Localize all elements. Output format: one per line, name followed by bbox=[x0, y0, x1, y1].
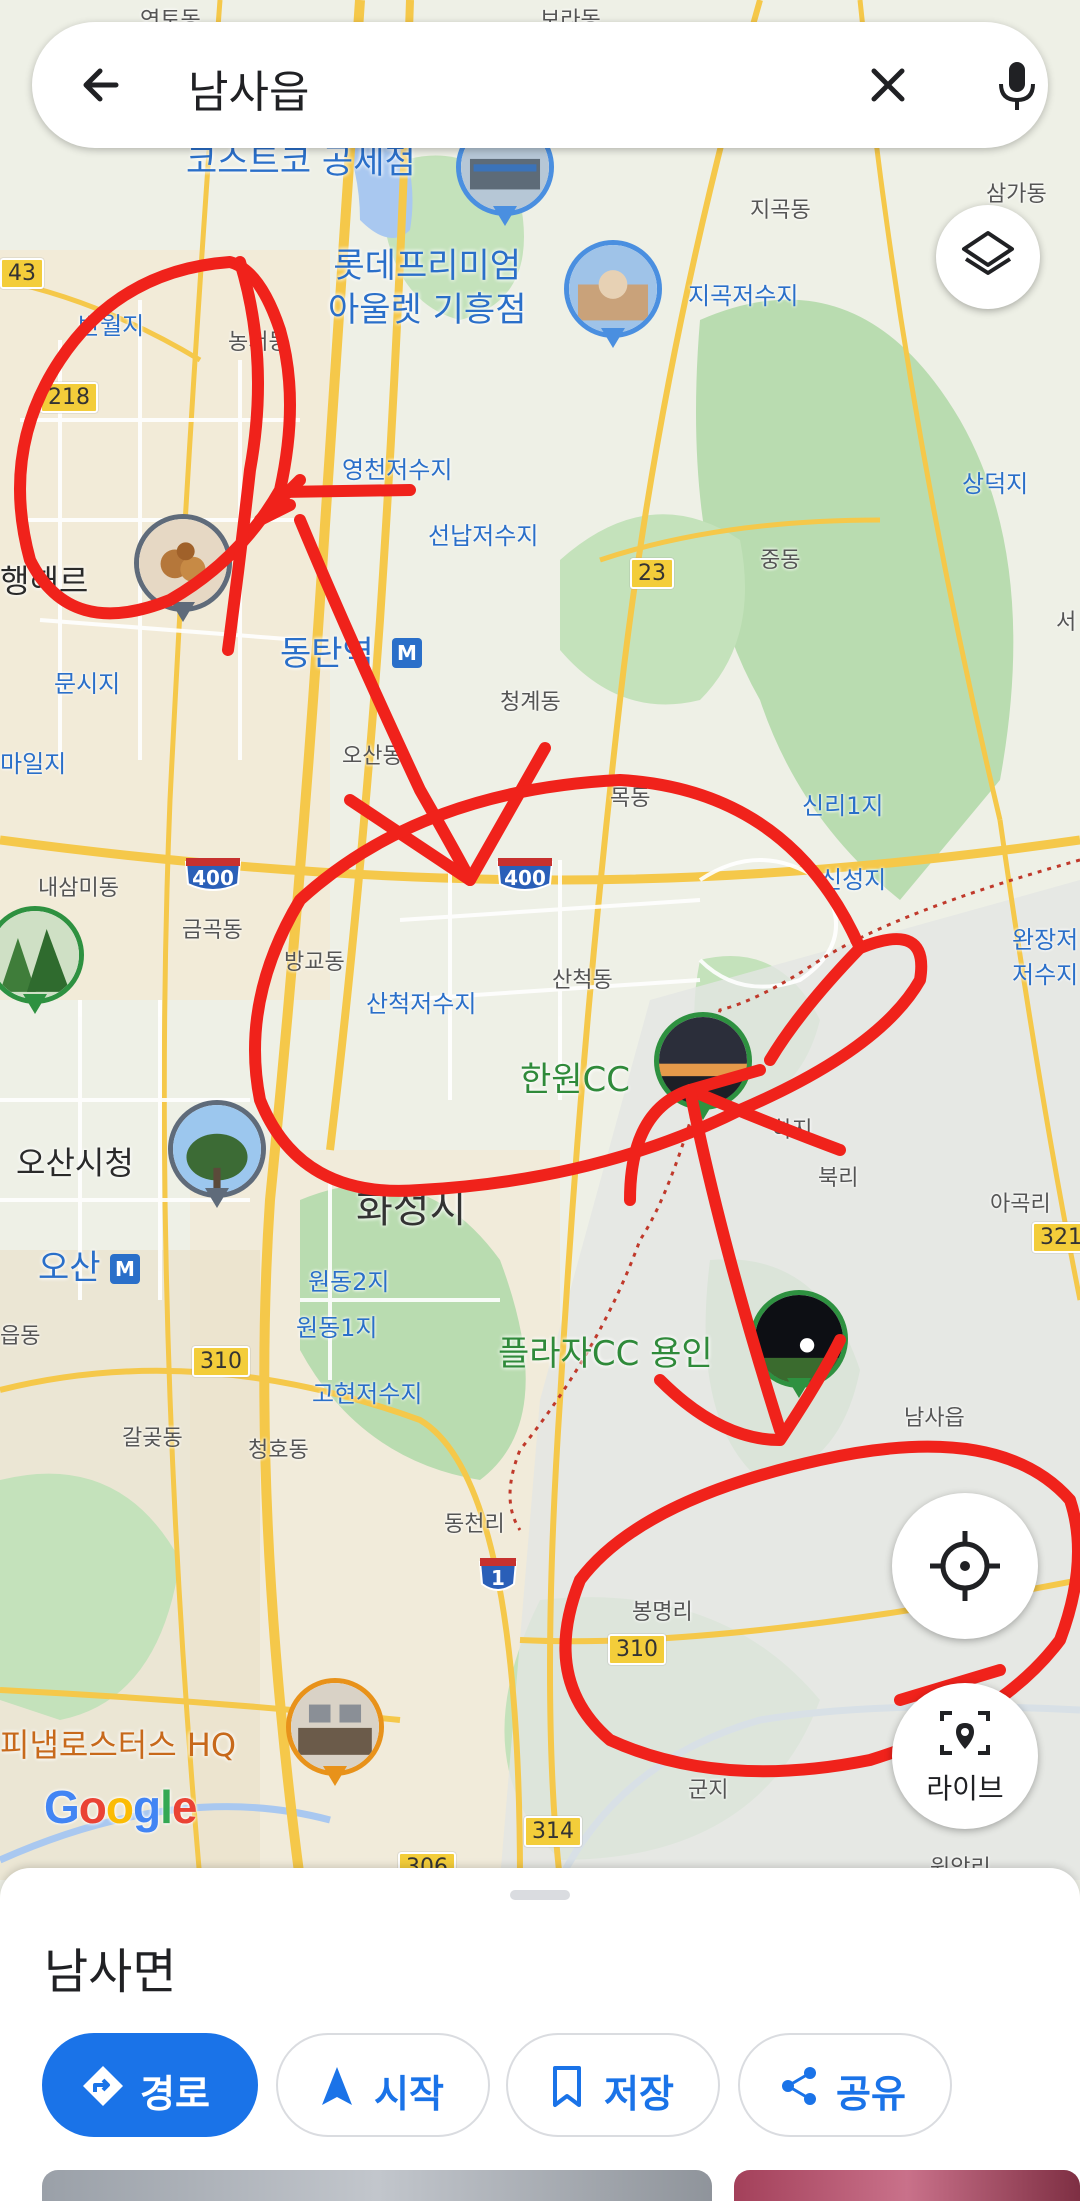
map-label: 삼가동 bbox=[986, 182, 1047, 207]
osan-city-hall-pin[interactable] bbox=[168, 1100, 266, 1210]
map-label: 선납저수지 bbox=[428, 522, 539, 550]
map-label: 산척저수지 bbox=[366, 990, 477, 1018]
crosshair-icon bbox=[930, 1531, 1000, 1601]
map-label: 마일지 bbox=[0, 750, 67, 778]
plaza-cc-pin[interactable] bbox=[750, 1290, 848, 1400]
map-label: 상덕지 bbox=[962, 470, 1029, 498]
highway-shield: 400 bbox=[496, 856, 554, 894]
share-button[interactable]: 공유 bbox=[738, 2033, 952, 2137]
hanwon-cc-label[interactable]: 한원CC bbox=[520, 1052, 630, 1101]
start-button[interactable]: 시작 bbox=[276, 2033, 490, 2137]
live-view-button[interactable]: 라이브 bbox=[892, 1683, 1038, 1829]
pinap-roasters-label[interactable]: 피냅로스터스 HQ bbox=[0, 1720, 236, 1766]
directions-button[interactable]: 경로 bbox=[42, 2033, 258, 2137]
map-label: 목동 bbox=[610, 786, 651, 811]
road-shield: 218 bbox=[40, 382, 98, 413]
lotte-outlet-pin[interactable] bbox=[564, 240, 662, 350]
search-query[interactable]: 남사읍 bbox=[188, 56, 309, 120]
place-photo[interactable] bbox=[734, 2170, 1080, 2201]
my-location-button[interactable] bbox=[892, 1493, 1038, 1639]
map-label: 원동1지 bbox=[296, 1314, 378, 1342]
map-label: 행해르 bbox=[0, 562, 89, 600]
botanic-pin[interactable] bbox=[0, 906, 84, 1016]
map-label: 내삼미동 bbox=[38, 876, 119, 901]
place-name: 남사면 bbox=[44, 1944, 177, 2000]
map-label: 원동2지 bbox=[308, 1268, 390, 1296]
directions-icon bbox=[83, 2066, 123, 2106]
highway-shield: 400 bbox=[184, 856, 242, 894]
subway-icon: M bbox=[110, 1254, 140, 1284]
namsa-eup-label: 남사읍 bbox=[904, 1406, 965, 1431]
map-label: 완장저 저수지 bbox=[1012, 926, 1079, 989]
share-label: 공유 bbox=[836, 2072, 906, 2116]
map-label: 금곡동 bbox=[182, 918, 243, 943]
share-icon bbox=[782, 2067, 816, 2105]
start-label: 시작 bbox=[374, 2072, 444, 2116]
lotte-outlet-label[interactable]: 롯데프리미엄 아울렛 기흥점 bbox=[328, 244, 527, 332]
drag-handle[interactable] bbox=[510, 1890, 570, 1900]
back-arrow-icon[interactable] bbox=[72, 55, 132, 115]
bookmark-icon bbox=[553, 2066, 581, 2107]
map-label: 고현저수지 bbox=[312, 1380, 423, 1408]
road-shield: 310 bbox=[192, 1346, 250, 1377]
map-label: 지곡동 bbox=[750, 198, 811, 223]
map-label: 청계동 bbox=[500, 690, 561, 715]
map-label: 반월지 bbox=[78, 312, 145, 340]
navigation-arrow-icon bbox=[322, 2067, 352, 2105]
map-view[interactable]: 연토동 보라동 코스트코 공세점 롯데프리미엄 아울렛 기흥점 지곡동 삼가동 … bbox=[0, 0, 1080, 1880]
map-label: 청호동 bbox=[248, 1438, 309, 1463]
layers-button[interactable] bbox=[936, 205, 1040, 309]
map-label: 군지 bbox=[688, 1778, 729, 1803]
map-label: 방교동 bbox=[284, 950, 345, 975]
save-label: 저장 bbox=[604, 2072, 674, 2116]
restaurant-pin[interactable] bbox=[134, 514, 232, 624]
map-label: 북리 bbox=[818, 1166, 859, 1191]
map-label: 동천리 bbox=[444, 1512, 505, 1537]
map-label: 신성지 bbox=[820, 866, 887, 894]
live-view-icon bbox=[940, 1711, 990, 1755]
place-bottom-sheet[interactable]: 남사면 경로 시작 저장 공유 bbox=[0, 1868, 1080, 2201]
close-icon[interactable] bbox=[858, 55, 918, 115]
road-shield: 23 bbox=[630, 558, 674, 589]
live-label: 라이브 bbox=[926, 1772, 1004, 1805]
highway-shield: 1 bbox=[478, 1556, 518, 1594]
map-label: 봉명리 bbox=[632, 1600, 693, 1625]
save-button[interactable]: 저장 bbox=[506, 2033, 720, 2137]
map-label: 지곡저수지 bbox=[688, 282, 799, 310]
map-label: 서 bbox=[1056, 610, 1077, 635]
hanwon-cc-pin[interactable] bbox=[654, 1012, 752, 1122]
osan-city-hall-label[interactable]: 오산시청 bbox=[16, 1138, 134, 1184]
subway-icon: M bbox=[392, 638, 422, 668]
map-label: 오산동 bbox=[342, 744, 403, 769]
road-shield: 314 bbox=[524, 1816, 582, 1847]
map-label: 갈곶동 bbox=[122, 1426, 183, 1451]
map-label: 문시지 bbox=[54, 670, 121, 698]
map-label: 읍동 bbox=[0, 1324, 41, 1349]
map-label: 신리1지 bbox=[802, 792, 884, 820]
map-label: 산척동 bbox=[552, 968, 613, 993]
road-shield: 310 bbox=[608, 1634, 666, 1665]
place-photo[interactable] bbox=[42, 2170, 712, 2201]
pinap-roasters-pin[interactable] bbox=[286, 1678, 384, 1788]
google-logo: Google bbox=[44, 1781, 197, 1833]
plaza-cc-label[interactable]: 플라자CC 용인 bbox=[498, 1326, 713, 1375]
map-label: 영천저수지 bbox=[342, 456, 453, 484]
road-shield: 321 bbox=[1032, 1222, 1080, 1253]
osan-station-label[interactable]: 오산 bbox=[38, 1246, 101, 1290]
layers-icon bbox=[962, 231, 1014, 275]
map-label: 농서동 bbox=[228, 330, 289, 355]
search-bar[interactable]: 남사읍 bbox=[32, 22, 1048, 148]
microphone-icon[interactable] bbox=[984, 52, 1050, 118]
map-label: 하지 bbox=[772, 1118, 813, 1143]
road-shield: 43 bbox=[0, 258, 44, 289]
map-label: 아곡리 bbox=[990, 1192, 1051, 1217]
directions-label: 경로 bbox=[140, 2072, 210, 2116]
map-label: 중동 bbox=[760, 548, 801, 573]
city-label: 화성시 bbox=[356, 1186, 467, 1232]
dongtan-station-label[interactable]: 동탄역 bbox=[280, 632, 374, 676]
